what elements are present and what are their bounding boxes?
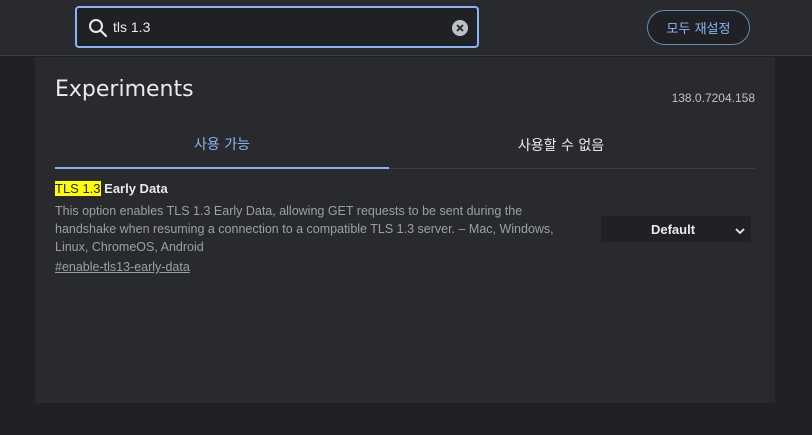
experiment-description: This option enables TLS 1.3 Early Data, … (55, 204, 554, 254)
header: 모두 재설정 (0, 0, 812, 56)
select-value: Default (650, 221, 696, 237)
version-label: 138.0.7204.158 (671, 91, 755, 105)
search-box[interactable] (75, 6, 479, 48)
reset-all-button[interactable]: 모두 재설정 (647, 10, 750, 45)
experiments-panel: Experiments 138.0.7204.158 사용 가능 사용할 수 없… (35, 57, 775, 403)
experiment-name: TLS 1.3 Early Data (55, 181, 755, 197)
experiment-permalink[interactable]: #enable-tls13-early-data (55, 260, 190, 274)
tab-bar: 사용 가능 사용할 수 없음 (55, 121, 755, 169)
search-input[interactable] (113, 16, 433, 38)
tab-available[interactable]: 사용 가능 (55, 121, 389, 169)
search-icon (87, 17, 109, 39)
experiment-name-rest: Early Data (100, 181, 168, 196)
experiment-state-select[interactable]: Default (601, 216, 751, 242)
search-match-highlight: TLS 1.3 (55, 181, 101, 196)
page-title: Experiments (55, 77, 194, 102)
chevron-down-icon (735, 224, 745, 235)
tab-unavailable[interactable]: 사용할 수 없음 (361, 121, 761, 168)
clear-icon[interactable] (451, 19, 469, 37)
